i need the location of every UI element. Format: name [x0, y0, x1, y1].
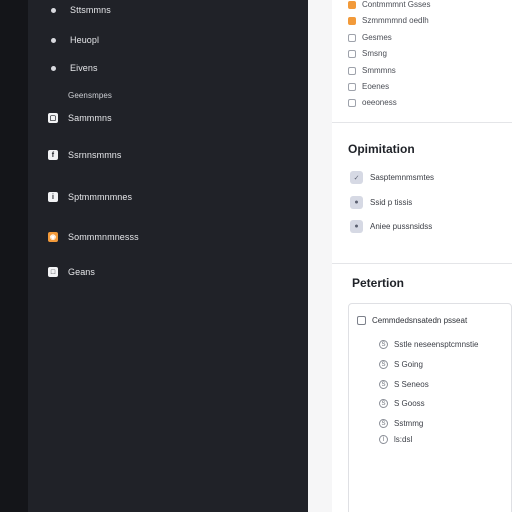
sidebar-item-6[interactable]: f Ssrnnsmmns [48, 150, 122, 160]
list-item[interactable]: Gesmes [348, 33, 392, 42]
section-title-petertion: Petertion [352, 276, 405, 290]
sidebar-item-label: Sammmns [68, 113, 112, 123]
sidebar-item-label: Heuopl [70, 35, 100, 45]
radio-option[interactable]: l ls:dsl [379, 435, 412, 444]
radio-option-label: Sstle neseensptcmnstie [394, 340, 479, 349]
radio-option-label: S Seneos [394, 380, 429, 389]
sidebar-item-label: Ssrnnsmmns [68, 150, 122, 160]
rss-icon: ◉ [48, 232, 58, 242]
radio-option[interactable]: S S Gooss [379, 399, 425, 408]
window-edge [0, 0, 28, 512]
list-item-label: Smmmns [362, 66, 396, 75]
checkbox-icon[interactable] [348, 98, 356, 107]
dot-icon: ● [350, 220, 363, 233]
sidebar-item-3[interactable]: Eivens [48, 63, 98, 73]
radio-icon[interactable]: S [379, 399, 388, 408]
sidebar-item-2[interactable]: Heuopl [48, 35, 99, 45]
list-item[interactable]: Eoenes [348, 82, 389, 91]
list-item-label: Szmmmmnd oedlh [362, 16, 429, 25]
settings-panel-content: Contmmmnt Gsses Szmmmmnd oedlh Gesmes Sm… [332, 0, 512, 512]
info-icon: i [48, 192, 58, 202]
list-item-label: Smsng [362, 49, 387, 58]
sidebar-item-1[interactable]: Sttsmmns [48, 5, 111, 15]
radio-icon[interactable]: S [379, 340, 388, 349]
checkbox-icon[interactable] [348, 82, 356, 91]
divider [332, 122, 512, 123]
check-icon: ✓ [350, 171, 363, 184]
option-item-label: Ssid p tissis [370, 198, 413, 207]
option-item-label: Sasptemnmsmtes [370, 173, 435, 182]
sidebar-item-label: Eivens [70, 63, 98, 73]
list-item-label: Contmmmnt Gsses [362, 0, 431, 9]
checkbox-icon[interactable] [348, 49, 356, 58]
sidebar-item-label: Geans [68, 267, 96, 277]
sidebar-item-7[interactable]: i Sptmmmnmnes [48, 192, 132, 202]
checkbox-icon[interactable] [348, 66, 356, 75]
option-item[interactable]: ● Ssid p tissis [350, 196, 412, 209]
radio-option-label: Sstmmg [394, 419, 424, 428]
sidebar-item-8[interactable]: ◉ Sommmnmnesss [48, 232, 139, 242]
radio-option-label: ls:dsl [394, 435, 413, 444]
checkbox-checked-icon[interactable] [348, 16, 356, 25]
card-header-label: Cemmdedsnsatedn psseat [372, 316, 468, 325]
radio-option-label: S Gooss [394, 399, 425, 408]
list-item[interactable]: Smmmns [348, 66, 396, 75]
square-icon: □ [48, 267, 58, 277]
settings-panel: Contmmmnt Gsses Szmmmmnd oedlh Gesmes Sm… [308, 0, 512, 512]
list-item[interactable]: Contmmmnt Gsses [348, 0, 430, 9]
radio-icon[interactable]: S [379, 380, 388, 389]
list-item-label: oeeoness [362, 98, 397, 107]
option-item[interactable]: ● Aniee pussnsidss [350, 220, 432, 233]
checkbox-icon[interactable] [357, 316, 366, 325]
sidebar-item-label: Geensmpes [68, 91, 113, 100]
checkbox-checked-icon[interactable] [348, 0, 356, 9]
sidebar-item-label: Sttsmmns [70, 5, 111, 15]
card-header[interactable]: Cemmdedsnsatedn psseat [357, 316, 467, 325]
list-item-label: Eoenes [362, 82, 390, 91]
sidebar-item-5[interactable]: ▢ Sammmns [48, 113, 112, 123]
radio-option[interactable]: S Sstle neseensptcmnstie [379, 340, 479, 349]
sidebar-item-label: Sommmnmnesss [68, 232, 139, 242]
bullet-icon [51, 65, 56, 71]
section-title-optimization: Opimitation [348, 142, 415, 156]
option-item-label: Aniee pussnsidss [370, 222, 433, 231]
sidebar-item-9[interactable]: □ Geans [48, 267, 95, 277]
bullet-icon [51, 37, 56, 43]
sidebar: Sttsmmns Heuopl Eivens Geensmpes ▢ Sammm… [28, 0, 308, 512]
divider [332, 263, 512, 264]
list-item[interactable]: oeeoness [348, 98, 397, 107]
option-item[interactable]: ✓ Sasptemnmsmtes [350, 171, 434, 184]
document-icon: ▢ [48, 113, 58, 123]
radio-option-label: S Going [394, 360, 423, 369]
radio-icon[interactable]: l [379, 435, 388, 444]
checkbox-icon[interactable] [348, 33, 356, 42]
facebook-icon: f [48, 150, 58, 160]
dot-icon: ● [350, 196, 363, 209]
options-card: Cemmdedsnsatedn psseat S Sstle neseenspt… [348, 303, 512, 512]
radio-option[interactable]: S S Seneos [379, 380, 429, 389]
list-item-label: Gesmes [362, 33, 392, 42]
list-item[interactable]: Smsng [348, 49, 387, 58]
sidebar-item-label: Sptmmmnmnes [68, 192, 133, 202]
radio-icon[interactable]: S [379, 360, 388, 369]
radio-option[interactable]: S S Going [379, 360, 423, 369]
radio-icon[interactable]: S [379, 419, 388, 428]
list-item[interactable]: Szmmmmnd oedlh [348, 16, 429, 25]
bullet-icon [51, 7, 56, 13]
sidebar-item-4[interactable]: Geensmpes [68, 91, 112, 100]
radio-option[interactable]: S Sstmmg [379, 419, 423, 428]
